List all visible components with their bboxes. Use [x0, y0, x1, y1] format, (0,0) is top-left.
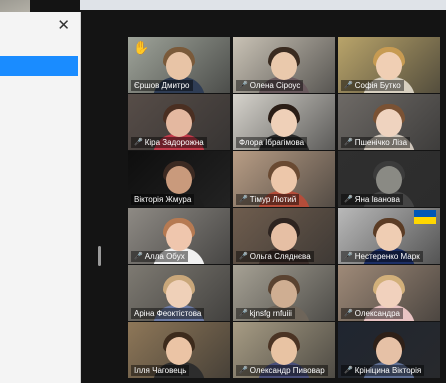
participant-face [271, 222, 297, 251]
participant-tile[interactable]: 🎤 kjnsfg rnfuiii [233, 265, 335, 321]
participant-face [271, 108, 297, 137]
participant-face [376, 108, 402, 137]
participant-tile[interactable]: 🎤 Олена Сіроус [233, 37, 335, 93]
participant-tile[interactable]: 🎤 Софія Бутко [338, 37, 440, 93]
participant-name-label: 🎤 Олександра [341, 308, 403, 319]
muted-mic-icon: 🎤 [344, 82, 353, 89]
close-icon[interactable]: ✕ [57, 16, 70, 34]
muted-mic-icon: 🎤 [344, 310, 353, 317]
participant-name-label: 🎤 Алла Обух [131, 251, 188, 262]
participant-name-label: 🎤 Олена Сіроус [236, 80, 304, 91]
participant-name-label: Єршов Дмитро [131, 80, 193, 91]
participant-name-label: 🎤 Кіра Задорожна [131, 137, 207, 148]
participant-tile[interactable]: 🎤 Алла Обух [128, 208, 230, 264]
participant-face [271, 279, 297, 308]
participant-face [376, 279, 402, 308]
muted-mic-icon: 🎤 [134, 253, 143, 260]
participant-name: kjnsfg rnfuiii [249, 309, 292, 318]
participant-face [271, 336, 297, 365]
participant-name-label: Ілля Чаговець [131, 365, 190, 376]
participant-name: Ілля Чаговець [134, 366, 187, 375]
participant-tile[interactable]: Вікторія Жмура [128, 151, 230, 207]
participant-face [376, 336, 402, 365]
video-grid: ✋ Єршов Дмитро 🎤 Олена Сіроус 🎤 Софія Бутко 🎤 К… [128, 37, 446, 383]
participant-name: Крініцина Вікторія [354, 366, 422, 375]
participant-tile[interactable]: ✋ Єршов Дмитро [128, 37, 230, 93]
participant-face [376, 222, 402, 251]
muted-mic-icon: 🎤 [344, 253, 353, 260]
participant-name: Олександр Пивовар [249, 366, 325, 375]
participant-name-label: 🎤 Яна Іванова [341, 194, 403, 205]
participant-face [271, 165, 297, 194]
participant-tile[interactable]: 🎤 Ольга Сляднєва [233, 208, 335, 264]
panel-resize-handle[interactable] [98, 246, 101, 266]
participant-face [376, 51, 402, 80]
participant-face [376, 165, 402, 194]
muted-mic-icon: 🎤 [239, 82, 248, 89]
participant-name: Нестеренко Марк [354, 252, 420, 261]
participant-tile[interactable]: 🎤 Олександр Пивовар [233, 322, 335, 378]
participant-name: Кіра Задорожна [144, 138, 204, 147]
participant-face [166, 336, 192, 365]
muted-mic-icon: 🎤 [239, 196, 248, 203]
participant-face [166, 279, 192, 308]
participant-name-label: Аріна Феоктістова [131, 308, 205, 319]
participant-name: Олена Сіроус [249, 81, 301, 90]
participant-name-label: Вікторія Жмура [131, 194, 195, 205]
muted-mic-icon: 🎤 [239, 253, 248, 260]
participant-face [271, 51, 297, 80]
participant-name-label: Флора Ібрагімова [236, 137, 308, 148]
participant-name: Ольга Сляднєва [249, 252, 311, 261]
participant-name: Софія Бутко [354, 81, 401, 90]
participant-name-label: 🎤 Пшенічко Ліза [341, 137, 411, 148]
participant-face [166, 108, 192, 137]
participant-name: Вікторія Жмура [134, 195, 192, 204]
muted-mic-icon: 🎤 [134, 139, 143, 146]
participant-tile[interactable]: 🎤 Тімур Лютий [233, 151, 335, 207]
participant-name-label: 🎤 Нестеренко Марк [341, 251, 423, 262]
participant-face [166, 51, 192, 80]
participant-name: Флора Ібрагімова [239, 138, 305, 147]
muted-mic-icon: 🎤 [344, 367, 353, 374]
ukraine-flag-icon [414, 210, 436, 224]
muted-mic-icon: 🎤 [344, 196, 353, 203]
participant-name: Аріна Феоктістова [134, 309, 202, 318]
participant-tile[interactable]: 🎤 Олександра [338, 265, 440, 321]
muted-mic-icon: 🎤 [344, 139, 353, 146]
participant-name-label: 🎤 Олександр Пивовар [236, 365, 328, 376]
participant-tile[interactable]: 🎤 Крініцина Вікторія [338, 322, 440, 378]
participant-tile[interactable]: 🎤 Пшенічко Ліза [338, 94, 440, 150]
participant-name: Алла Обух [144, 252, 185, 261]
muted-mic-icon: 🎤 [239, 310, 248, 317]
participant-tile[interactable]: Ілля Чаговець [128, 322, 230, 378]
participant-name: Пшенічко Ліза [354, 138, 408, 147]
participant-name-label: 🎤 Ольга Сляднєва [236, 251, 314, 262]
participant-name: Єршов Дмитро [134, 81, 190, 90]
participant-name-label: 🎤 Софія Бутко [341, 80, 404, 91]
window-top-strip [80, 0, 446, 10]
participant-tile[interactable]: 🎤 Яна Іванова [338, 151, 440, 207]
participant-tile[interactable]: Аріна Феоктістова [128, 265, 230, 321]
participant-name: Тімур Лютий [249, 195, 297, 204]
participant-name: Яна Іванова [354, 195, 400, 204]
participant-name-label: 🎤 Тімур Лютий [236, 194, 300, 205]
participant-tile[interactable]: 🎤 Кіра Задорожна [128, 94, 230, 150]
muted-mic-icon: 🎤 [239, 367, 248, 374]
side-panel: ✕ [0, 12, 81, 383]
participant-tile[interactable]: 🎤 Нестеренко Марк [338, 208, 440, 264]
raised-hand-icon: ✋ [133, 40, 150, 55]
participant-face [166, 165, 192, 194]
participant-name: Олександра [354, 309, 400, 318]
participant-tile[interactable]: Флора Ібрагімова [233, 94, 335, 150]
participant-face [166, 222, 192, 251]
selected-row-highlight[interactable] [0, 56, 78, 76]
participant-name-label: 🎤 kjnsfg rnfuiii [236, 308, 295, 319]
participant-name-label: 🎤 Крініцина Вікторія [341, 365, 425, 376]
